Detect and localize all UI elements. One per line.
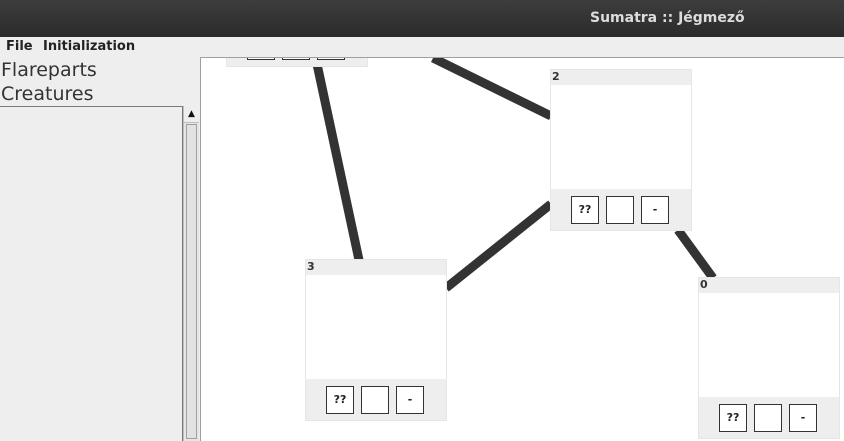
node-footer: ?? - (306, 379, 446, 420)
node-id: 2 (552, 70, 560, 83)
menu-bar: File Initialization (0, 37, 844, 57)
scroll-thumb[interactable] (186, 124, 197, 439)
node-id: 0 (700, 278, 708, 291)
node-footer: ?? - (551, 189, 691, 230)
map-node-2[interactable]: 2 ?? - (550, 69, 692, 231)
edge-top-to-2 (431, 58, 553, 121)
empty-button[interactable] (361, 386, 389, 414)
node-id: 3 (307, 260, 315, 273)
node-button[interactable] (247, 58, 275, 60)
minus-button[interactable]: - (396, 386, 424, 414)
map-node-3[interactable]: 3 ?? - (305, 259, 447, 421)
section-flareparts[interactable]: Flareparts (1, 59, 97, 81)
map-node-0[interactable]: 0 ?? - (698, 277, 840, 439)
node-body (699, 293, 839, 397)
section-creatures[interactable]: Creatures (1, 83, 93, 105)
window-title: Sumatra :: Jégmező (590, 10, 745, 26)
node-body (551, 85, 691, 189)
node-button[interactable] (317, 58, 345, 60)
edge-2-to-0 (674, 227, 717, 281)
menu-file[interactable]: File (6, 39, 33, 54)
edge-top-to-3 (312, 63, 364, 261)
node-header: 0 (699, 278, 839, 293)
node-body (306, 275, 446, 379)
node-footer: ?? - (699, 397, 839, 438)
list-scrollbar[interactable]: ▲ (183, 106, 199, 441)
menu-initialization[interactable]: Initialization (43, 39, 135, 54)
node-footer (227, 58, 367, 66)
map-canvas[interactable]: 2 ?? - 3 ?? - 0 ?? - (200, 57, 844, 441)
minus-button[interactable]: - (789, 404, 817, 432)
empty-button[interactable] (606, 196, 634, 224)
map-node-partial[interactable] (226, 58, 368, 67)
creature-list[interactable] (0, 106, 183, 441)
node-header: 2 (551, 70, 691, 85)
node-header: 3 (306, 260, 446, 275)
unknown-button[interactable]: ?? (326, 386, 354, 414)
title-bar: Sumatra :: Jégmező (0, 0, 844, 37)
minus-button[interactable]: - (641, 196, 669, 224)
unknown-button[interactable]: ?? (571, 196, 599, 224)
edge-2-to-3 (443, 200, 554, 292)
empty-button[interactable] (754, 404, 782, 432)
unknown-button[interactable]: ?? (719, 404, 747, 432)
node-button[interactable] (282, 58, 310, 60)
scroll-up-icon[interactable]: ▲ (184, 106, 199, 123)
